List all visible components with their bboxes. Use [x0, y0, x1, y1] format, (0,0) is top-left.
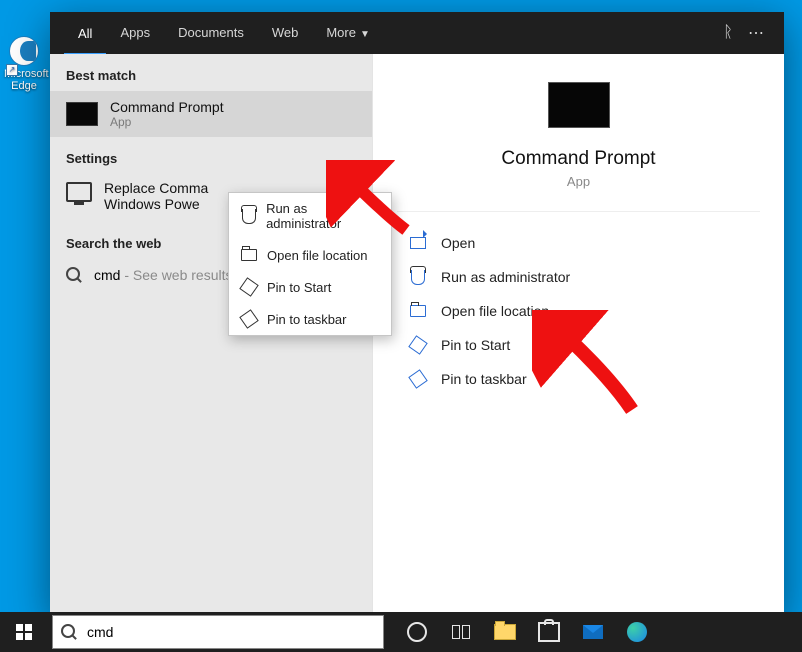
best-match-label: Best match: [50, 54, 372, 91]
result-title: Command Prompt: [110, 99, 224, 115]
ctx-pin-to-start[interactable]: Pin to Start: [229, 271, 391, 303]
cmd-large-thumb-icon: [548, 82, 610, 128]
open-icon: [410, 237, 426, 249]
task-view-icon: [452, 625, 470, 639]
folder-icon: [410, 305, 426, 317]
feedback-icon[interactable]: ᚱ: [714, 24, 742, 42]
pin-taskbar-icon: [408, 369, 427, 388]
result-command-prompt[interactable]: Command Prompt App: [50, 91, 372, 137]
chevron-down-icon: ▼: [360, 29, 370, 40]
action-pin-to-taskbar[interactable]: Pin to taskbar: [373, 362, 784, 396]
edge-icon: [627, 622, 647, 642]
shortcut-overlay-icon: ↗: [6, 64, 18, 76]
pin-icon: [239, 277, 258, 296]
start-button[interactable]: [0, 612, 48, 652]
circle-icon: [407, 622, 427, 642]
action-open-file-location[interactable]: Open file location: [373, 294, 784, 328]
web-suffix: - See web results: [120, 267, 232, 283]
desktop: ↗ Microsoft Edge All Apps Documents Web …: [0, 0, 802, 652]
shield-icon: [242, 209, 256, 224]
search-preview-pane: Command Prompt App Open Run as administr…: [372, 54, 784, 617]
tab-documents[interactable]: Documents: [164, 12, 258, 54]
task-view-button[interactable]: [450, 621, 472, 643]
more-options-icon[interactable]: ⋯: [742, 23, 770, 43]
settings-label: Settings: [50, 137, 372, 174]
search-topbar: All Apps Documents Web More▼ ᚱ ⋯: [50, 12, 784, 54]
tab-web[interactable]: Web: [258, 12, 313, 54]
edge-button[interactable]: [626, 621, 648, 643]
taskbar-search-input[interactable]: [85, 623, 383, 641]
ctx-open-file-location[interactable]: Open file location: [229, 239, 391, 271]
setting-item-text: Replace Comma Windows Powe: [104, 180, 208, 212]
windows-logo-icon: [16, 624, 32, 640]
result-subtitle: App: [110, 115, 224, 129]
search-icon: [66, 267, 82, 283]
action-open[interactable]: Open: [373, 226, 784, 260]
action-run-as-admin[interactable]: Run as administrator: [373, 260, 784, 294]
tab-apps[interactable]: Apps: [106, 12, 164, 54]
shield-icon: [411, 270, 425, 285]
pin-taskbar-icon: [239, 309, 258, 328]
divider: [397, 211, 760, 212]
ctx-run-as-admin[interactable]: Run as administrator: [229, 193, 391, 239]
preview-subtitle: App: [567, 174, 590, 189]
search-icon: [61, 624, 77, 640]
pin-icon: [408, 335, 427, 354]
tab-more[interactable]: More▼: [312, 12, 384, 54]
mail-button[interactable]: [582, 621, 604, 643]
start-search-window: All Apps Documents Web More▼ ᚱ ⋯ Best ma…: [50, 12, 784, 617]
action-pin-to-start[interactable]: Pin to Start: [373, 328, 784, 362]
web-query: cmd: [94, 267, 120, 283]
taskbar: [0, 612, 802, 652]
folder-icon: [494, 624, 516, 640]
taskbar-search-box[interactable]: [52, 615, 384, 649]
preview-title: Command Prompt: [501, 148, 655, 170]
microsoft-store-button[interactable]: [538, 621, 560, 643]
cortana-button[interactable]: [406, 621, 428, 643]
tab-all[interactable]: All: [64, 14, 106, 56]
desktop-shortcut-edge[interactable]: ↗ Microsoft Edge: [4, 36, 44, 92]
search-results-pane: Best match Command Prompt App Settings R…: [50, 54, 372, 617]
edge-icon: [9, 36, 39, 66]
folder-icon: [241, 249, 257, 261]
file-explorer-button[interactable]: [494, 621, 516, 643]
ctx-pin-to-taskbar[interactable]: Pin to taskbar: [229, 303, 391, 335]
mail-icon: [583, 625, 603, 639]
monitor-icon: [66, 182, 92, 202]
context-menu: Run as administrator Open file location …: [228, 192, 392, 336]
cmd-thumb-icon: [66, 102, 98, 126]
store-icon: [538, 622, 560, 642]
